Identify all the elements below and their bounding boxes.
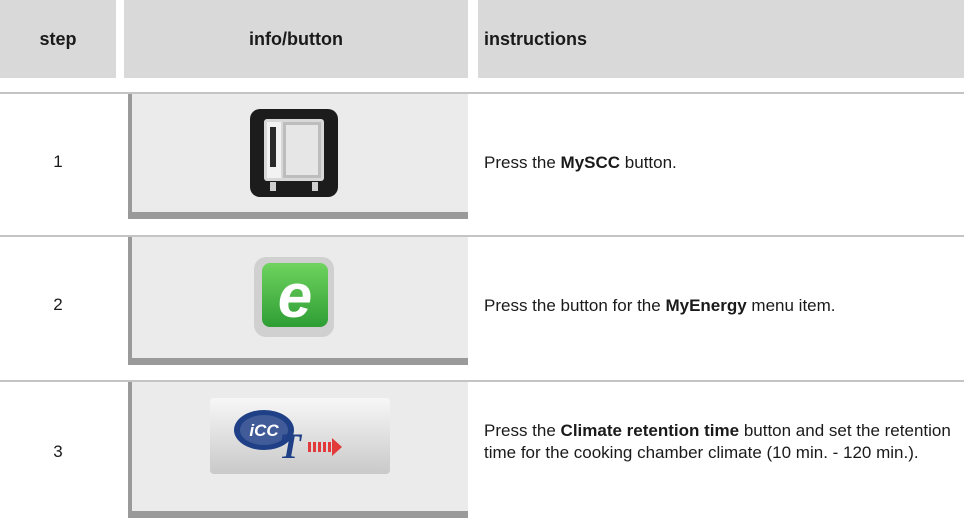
myscc-button[interactable] [250, 109, 338, 202]
instruction-text: Press the button for the MyEnergy menu i… [484, 295, 954, 317]
instr-before: Press the button for the [484, 296, 666, 315]
table-row: 2 e Press the button for the MyEnergy me… [0, 237, 964, 377]
table-row: 1 Press the MySCC button. [0, 94, 964, 234]
instr-after: menu item. [746, 296, 836, 315]
header-step: step [0, 0, 116, 78]
step-number: 1 [53, 152, 63, 171]
svg-text:e: e [278, 262, 312, 331]
instr-bold: MyEnergy [665, 296, 747, 315]
button-panel: e [128, 237, 468, 365]
instr-bold: Climate retention time [560, 421, 740, 440]
instr-after: button. [620, 153, 677, 172]
header-instructions: instructions [478, 0, 964, 78]
step-number: 2 [53, 295, 63, 314]
table-row: 3 iCC T Press the Climate retention time… [0, 382, 964, 523]
step-number: 3 [53, 442, 63, 461]
icc-logo-text: iCC [249, 421, 279, 440]
button-panel: iCC T [128, 382, 468, 518]
instr-before: Press the [484, 153, 561, 172]
instr-before: Press the [484, 421, 561, 440]
myenergy-button[interactable]: e [250, 253, 338, 346]
instr-bold: MySCC [560, 153, 621, 172]
svg-text:T: T [279, 426, 303, 466]
table-header: step info/button instructions [0, 0, 964, 78]
instruction-text: Press the Climate retention time button … [484, 420, 954, 464]
climate-retention-time-icon: iCC T [210, 398, 390, 474]
myenergy-e-icon: e [254, 257, 334, 337]
climate-retention-time-button[interactable]: iCC T [210, 398, 390, 479]
header-info-button: info/button [124, 0, 468, 78]
button-panel [128, 94, 468, 219]
mysccc-oven-icon [250, 109, 338, 197]
instruction-text: Press the MySCC button. [484, 152, 954, 174]
